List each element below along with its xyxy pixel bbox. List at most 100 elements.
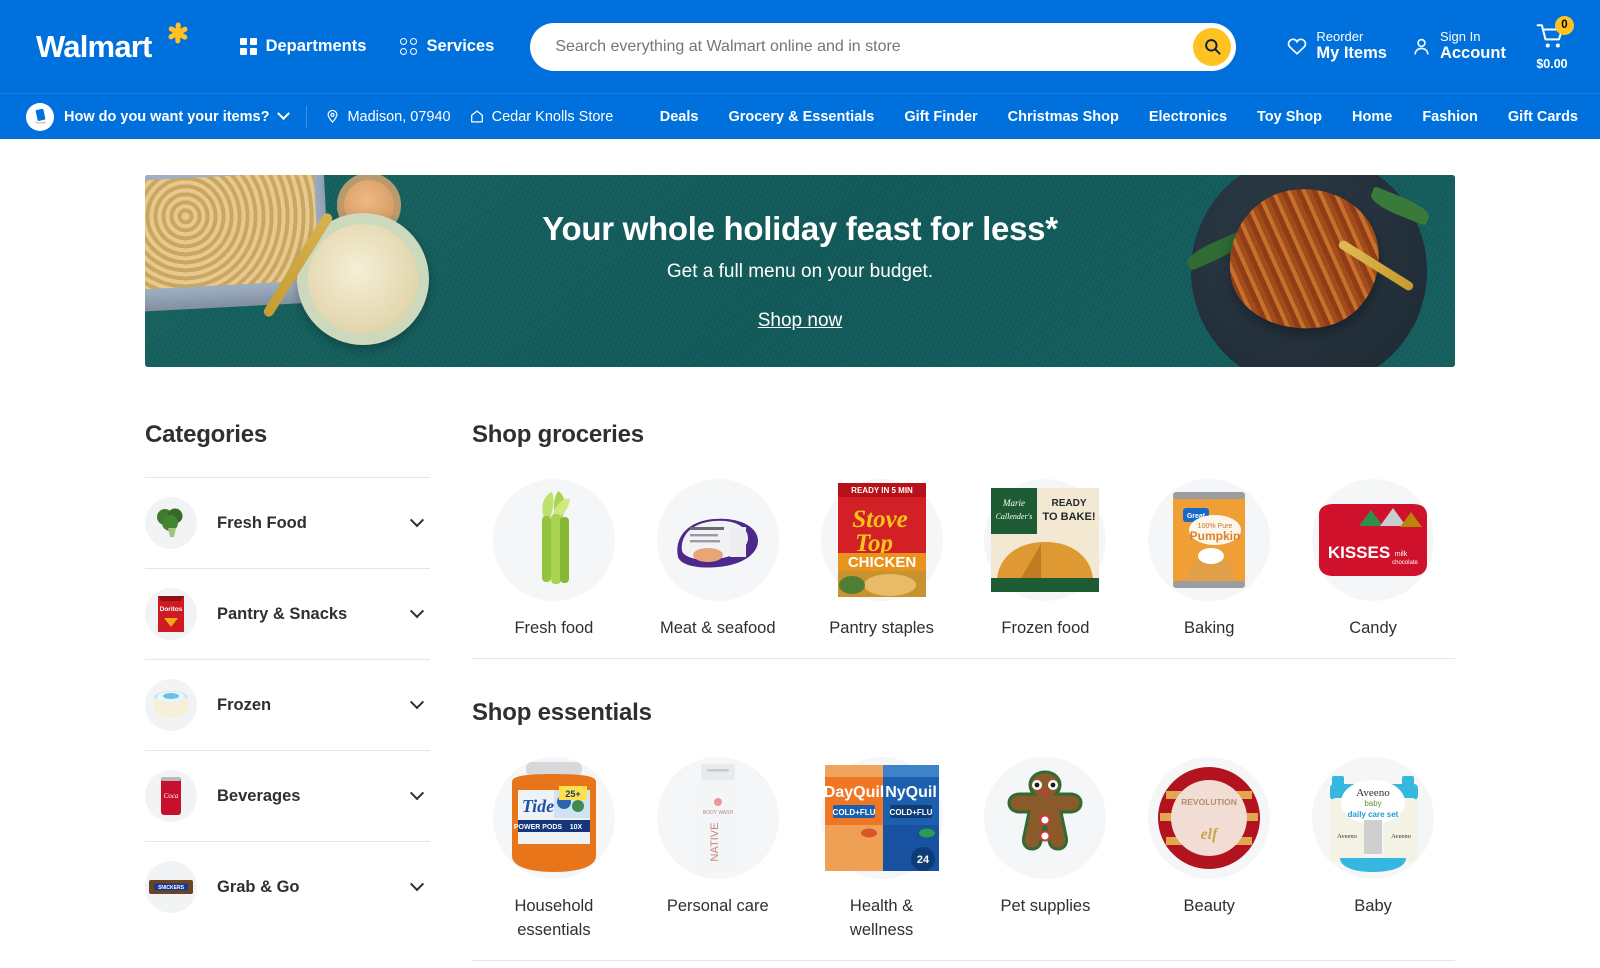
- tile-label: Candy: [1349, 619, 1397, 637]
- reorder-my-items-button[interactable]: Reorder My Items: [1286, 29, 1387, 64]
- shop-essentials-title: Shop essentials: [472, 699, 652, 727]
- reorder-big-label: My Items: [1316, 44, 1387, 63]
- nav-link-deals[interactable]: Deals: [660, 109, 699, 125]
- walmart-spark-icon: [160, 22, 196, 65]
- hero-subheadline: Get a full menu on your budget.: [666, 261, 934, 282]
- sidebar-item-beverages[interactable]: Coca Beverages: [145, 750, 430, 841]
- cart-button[interactable]: 0 $0.00: [1536, 15, 1574, 71]
- tile-beauty[interactable]: REVOLUTION elf Beauty: [1127, 757, 1291, 942]
- search-submit-button[interactable]: [1193, 27, 1232, 66]
- sidebar-item-pantry-snacks[interactable]: Doritos Pantry & Snacks: [145, 568, 430, 659]
- nav-link-electronics[interactable]: Electronics: [1149, 109, 1227, 125]
- tile-health-wellness[interactable]: DayQuil NyQuil COLD+FLU COLD+FLU 24 Heal…: [800, 757, 964, 942]
- tile-baking[interactable]: Great 100% Pure Pumpkin Baking: [1127, 479, 1291, 640]
- store-selector[interactable]: Cedar Knolls Store: [469, 108, 614, 125]
- tile-label: Pet supplies: [1000, 897, 1091, 916]
- sidebar-item-fresh-food[interactable]: Fresh Food: [145, 477, 430, 568]
- svg-text:25+: 25+: [565, 789, 580, 799]
- sidebar-label: Beverages: [217, 786, 301, 805]
- svg-text:Aveeno: Aveeno: [1337, 833, 1357, 840]
- tile-personal-care[interactable]: BODY WASH NATIVE Personal care: [636, 757, 800, 942]
- coca-cola-can-icon: Coca: [145, 770, 197, 822]
- groceries-tile-grid: Fresh food Meat & seafood READY IN 5 MIN…: [472, 479, 1455, 660]
- ice-cream-tub-icon: [145, 679, 197, 731]
- nav-divider: [306, 105, 308, 128]
- svg-text:10X: 10X: [570, 824, 583, 831]
- tile-label: Frozen food: [1001, 619, 1090, 637]
- account-button[interactable]: Sign In Account: [1411, 29, 1506, 64]
- search-icon: [1204, 39, 1221, 55]
- great-value-pumpkin-can-image: Great 100% Pure Pumpkin: [1148, 479, 1271, 601]
- nav-link-grocery-essentials[interactable]: Grocery & Essentials: [728, 109, 874, 125]
- svg-text:KISSES: KISSES: [1328, 543, 1390, 562]
- grid-squares-icon: [239, 38, 257, 55]
- search-input[interactable]: [555, 37, 1194, 56]
- walmart-logo[interactable]: Walmart: [36, 22, 196, 65]
- native-body-wash-bottle-image: BODY WASH NATIVE: [656, 757, 779, 880]
- nav-link-fashion[interactable]: Fashion: [1422, 109, 1478, 125]
- account-big-label: Account: [1439, 44, 1506, 63]
- cart-amount: $0.00: [1536, 56, 1568, 71]
- svg-text:CHICKEN: CHICKEN: [847, 554, 915, 571]
- hero-headline: Your whole holiday feast for less*: [542, 210, 1058, 247]
- hand-holding-phone-icon: [26, 102, 54, 131]
- categories-sidebar: Categories Fresh Food Doritos Pantry & S…: [145, 421, 430, 961]
- nav-link-christmas-shop[interactable]: Christmas Shop: [1008, 109, 1119, 125]
- stove-top-stuffing-box-image: READY IN 5 MIN Stove Top CHICKEN: [820, 479, 943, 601]
- tile-candy[interactable]: KISSES milk chocolate Candy: [1291, 479, 1455, 640]
- location-selector[interactable]: Madison, 07940: [325, 108, 451, 125]
- logo-text: Walmart: [36, 28, 152, 64]
- tile-baby[interactable]: Aveeno baby daily care set Aveeno Aveeno…: [1291, 757, 1455, 942]
- spiral-ham-image: [1125, 175, 1455, 367]
- chevron-down-icon: [409, 786, 425, 801]
- svg-text:daily care set: daily care set: [1348, 810, 1399, 819]
- main-content: Categories Fresh Food Doritos Pantry & S…: [145, 421, 1455, 962]
- svg-text:Coca: Coca: [164, 792, 179, 800]
- svg-text:Tide: Tide: [522, 796, 554, 816]
- tile-fresh-food[interactable]: Fresh food: [472, 479, 636, 640]
- sidebar-item-frozen[interactable]: Frozen: [145, 659, 430, 750]
- svg-text:Pumpkin: Pumpkin: [1190, 529, 1241, 543]
- nav-link-home[interactable]: Home: [1352, 109, 1392, 125]
- tile-pet-supplies[interactable]: Pet supplies: [963, 757, 1127, 942]
- shop-sections: Shop groceries Fresh food Meat & seafood…: [472, 421, 1455, 962]
- sidebar-label: Pantry & Snacks: [217, 604, 348, 623]
- tile-label: Fresh food: [514, 619, 594, 637]
- hero-banner[interactable]: Your whole holiday feast for less* Get a…: [145, 175, 1455, 367]
- shop-groceries-title: Shop groceries: [472, 421, 644, 448]
- hero-shop-now-link[interactable]: Shop now: [758, 310, 843, 332]
- tile-label: Beauty: [1183, 897, 1235, 916]
- chevron-down-icon: [277, 107, 291, 121]
- celery-image: [492, 479, 615, 601]
- tile-label: Pantry staples: [829, 619, 934, 637]
- tile-household-essentials[interactable]: 25+ Tide POWER PODS 10X Household essent…: [472, 757, 636, 942]
- store-label: Cedar Knolls Store: [491, 108, 614, 125]
- fulfillment-selector[interactable]: How do you want your items?: [26, 102, 291, 131]
- map-pin-icon: [327, 109, 338, 124]
- casserole-and-potatoes-image: [145, 175, 475, 367]
- tile-label: Personal care: [666, 897, 769, 916]
- tile-pantry-staples[interactable]: READY IN 5 MIN Stove Top CHICKEN Pantry …: [800, 479, 964, 640]
- nav-link-toy-shop[interactable]: Toy Shop: [1257, 109, 1322, 125]
- services-label: Services: [426, 37, 495, 55]
- nav-link-gift-finder[interactable]: Gift Finder: [904, 109, 977, 125]
- sidebar-item-grab-and-go[interactable]: SNICKERS Grab & Go: [145, 841, 430, 932]
- svg-text:READY: READY: [1052, 498, 1087, 509]
- account-small-label: Sign In: [1439, 29, 1481, 45]
- svg-text:chocolate: chocolate: [1392, 560, 1418, 566]
- dayquil-nyquil-box-image: DayQuil NyQuil COLD+FLU COLD+FLU 24: [820, 757, 943, 880]
- grid-circles-icon: [400, 38, 418, 55]
- tile-meat-seafood[interactable]: Meat & seafood: [636, 479, 800, 640]
- tile-label: Household essentials: [514, 897, 594, 939]
- sidebar-label: Fresh Food: [217, 513, 307, 532]
- svg-text:NATIVE: NATIVE: [709, 823, 721, 862]
- nav-link-gift-cards[interactable]: Gift Cards: [1508, 109, 1578, 125]
- heart-icon: [1288, 38, 1307, 56]
- search-bar[interactable]: [530, 22, 1237, 71]
- tile-frozen-food[interactable]: Marie Callender's READY TO BAKE! Frozen …: [963, 479, 1127, 640]
- svg-text:NyQuil: NyQuil: [885, 784, 937, 801]
- departments-menu-button[interactable]: Departments: [239, 37, 366, 56]
- svg-text:milk: milk: [1395, 551, 1408, 558]
- services-menu-button[interactable]: Services: [400, 37, 494, 56]
- chevron-down-icon: [409, 604, 425, 619]
